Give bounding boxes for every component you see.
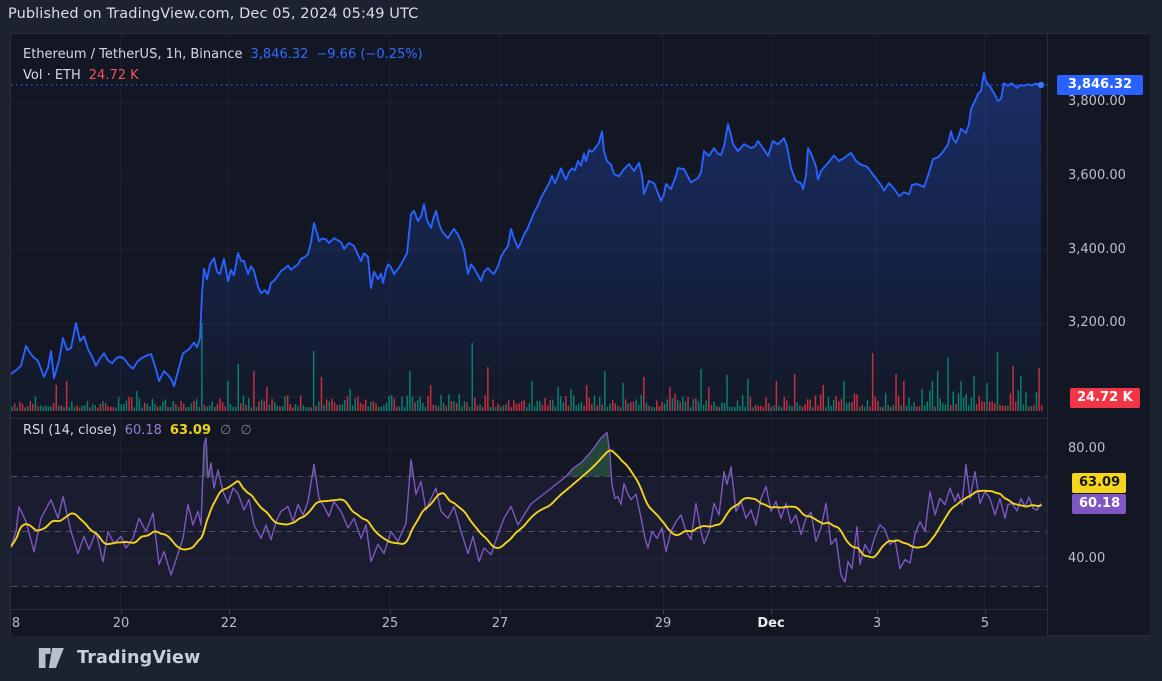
tick-mark — [771, 610, 772, 614]
rsi-ma-badge: 63.09 — [1072, 473, 1126, 493]
time-tick-29: 29 — [655, 616, 672, 631]
tick-mark — [877, 610, 878, 614]
published-chart-page: { "published_bar": { "text": "Published … — [0, 0, 1162, 681]
time-tick-25: 25 — [382, 616, 399, 631]
chart-container: Ethereum / TetherUS, 1h, Binance 3,846.32… — [10, 33, 1150, 636]
price-legend: Ethereum / TetherUS, 1h, Binance 3,846.32… — [23, 47, 423, 62]
time-tick-3: 3 — [873, 616, 881, 631]
tick-mark — [121, 610, 122, 614]
volume-badge: 24.72 K — [1070, 388, 1140, 408]
time-tick-Dec: Dec — [757, 616, 784, 631]
rsi-legend: RSI (14, close) 60.18 63.09 ∅ ∅ — [23, 423, 252, 438]
pane-divider[interactable] — [11, 418, 1047, 419]
empty-set-icon: ∅ — [240, 423, 251, 438]
published-bar: Published on TradingView.com, Dec 05, 20… — [8, 6, 418, 22]
rsi-chart-canvas[interactable] — [11, 419, 1047, 609]
tick-mark — [985, 610, 986, 614]
tick-mark — [229, 610, 230, 614]
last-price-badge: 3,846.32 — [1057, 75, 1143, 95]
time-tick-20: 20 — [113, 616, 130, 631]
symbol-title: Ethereum / TetherUS, 1h, Binance — [23, 47, 243, 62]
footer: TradingView — [38, 645, 200, 671]
volume-legend: Vol · ETH 24.72 K — [23, 68, 139, 83]
rsi-title: RSI (14, close) — [23, 423, 117, 438]
time-tick-8: 8 — [12, 616, 20, 631]
volume-label: Vol · ETH — [23, 68, 81, 83]
rsi-axis-label: 40.00 — [1068, 551, 1105, 566]
tick-mark — [390, 610, 391, 614]
price-axis-label: 3,200.00 — [1068, 315, 1126, 330]
rsi-axis-label: 80.00 — [1068, 441, 1105, 456]
price-chart-canvas[interactable] — [11, 34, 1047, 418]
rsi-value: 60.18 — [125, 423, 162, 438]
time-axis[interactable]: 8 20 22 25 27 29 Dec 3 5 — [11, 609, 1047, 636]
rsi-ma-value: 63.09 — [170, 423, 211, 438]
tradingview-logo-icon[interactable] — [38, 647, 68, 669]
tradingview-brand[interactable]: TradingView — [77, 648, 200, 668]
last-price-value: 3,846.32 — [251, 47, 309, 62]
price-axis-label: 3,800.00 — [1068, 94, 1126, 109]
tick-mark — [500, 610, 501, 614]
rsi-badge: 60.18 — [1072, 494, 1126, 514]
price-axis-label: 3,600.00 — [1068, 168, 1126, 183]
empty-set-icon: ∅ — [220, 423, 231, 438]
time-tick-27: 27 — [492, 616, 509, 631]
time-tick-22: 22 — [221, 616, 238, 631]
price-axis-label: 3,400.00 — [1068, 242, 1126, 257]
volume-value: 24.72 K — [89, 68, 139, 83]
price-change-value: −9.66 (−0.25%) — [316, 47, 422, 62]
time-tick-5: 5 — [981, 616, 989, 631]
price-axis[interactable]: 3,846.32 24.72 K 63.09 60.18 3,800.00 3,6… — [1047, 34, 1150, 635]
tick-mark — [663, 610, 664, 614]
